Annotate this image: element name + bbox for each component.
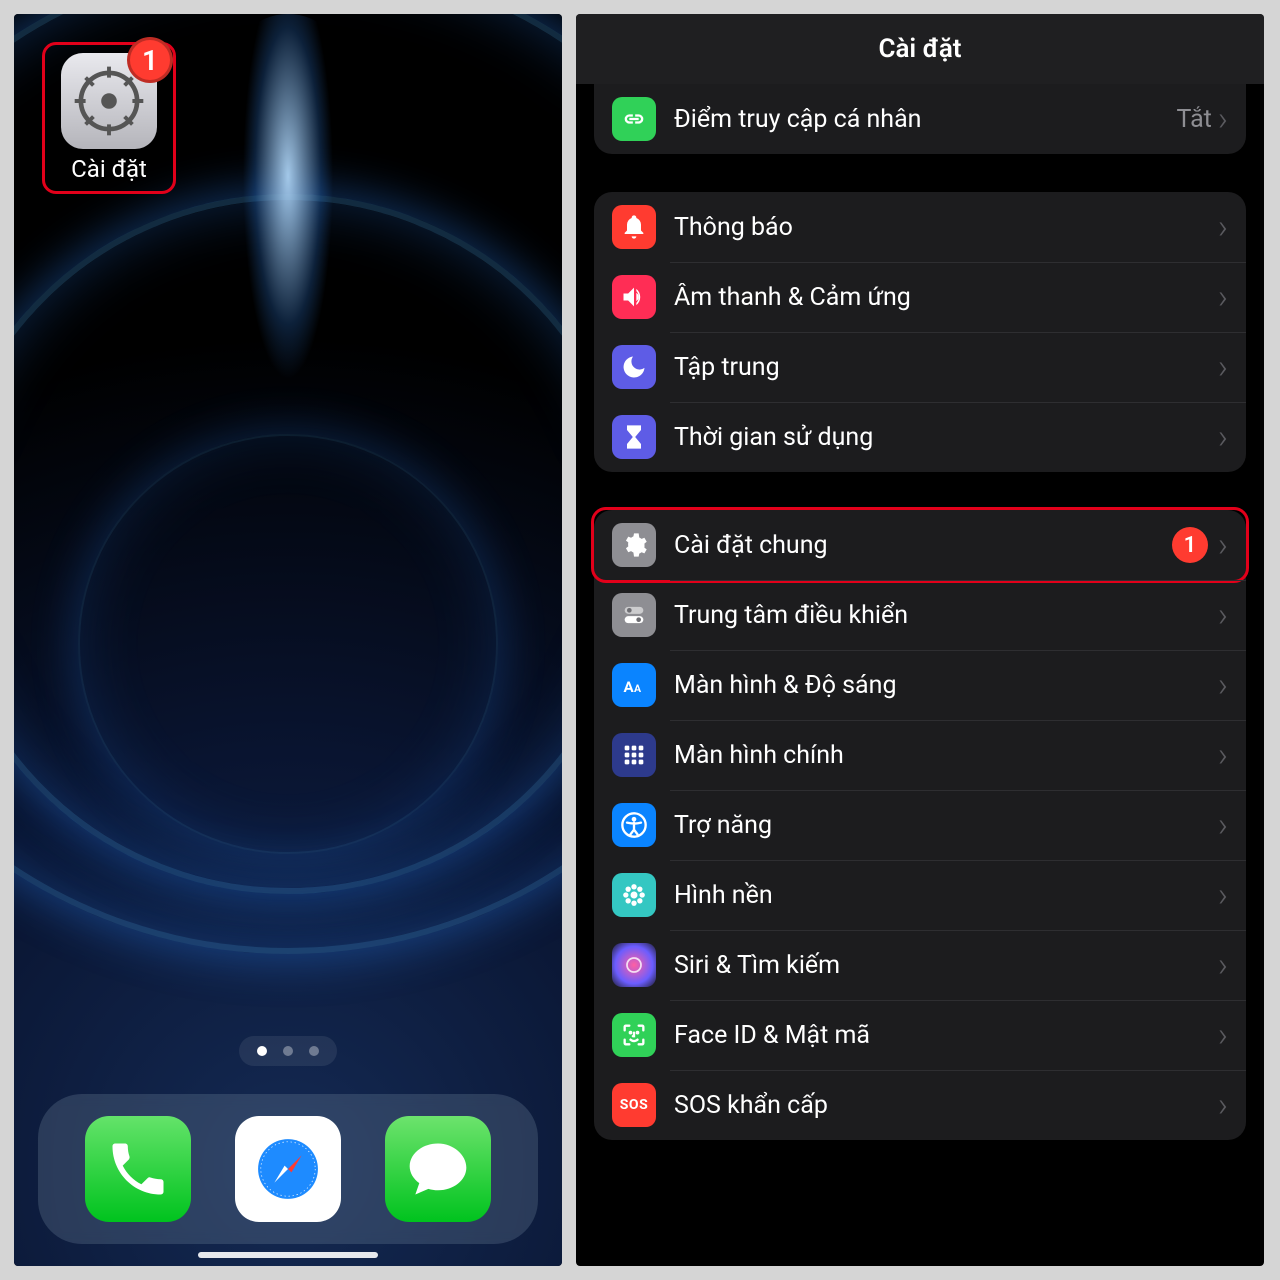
faceid-icon — [612, 1013, 656, 1057]
row-label: Điểm truy cập cá nhân — [674, 105, 1177, 134]
safari-app[interactable] — [235, 1116, 341, 1222]
row-label: Hình nền — [674, 881, 1218, 910]
text-size-icon: AA — [612, 663, 656, 707]
settings-group-system: Cài đặt chung 1 › Trung tâm điều khiển ›… — [594, 510, 1246, 1140]
settings-app-badge: 1 — [127, 37, 173, 83]
speaker-icon — [612, 275, 656, 319]
hourglass-icon — [612, 415, 656, 459]
chevron-right-icon: › — [1218, 280, 1228, 314]
row-sos[interactable]: SOS SOS khẩn cấp › — [594, 1070, 1246, 1140]
page-indicator[interactable] — [239, 1036, 337, 1066]
settings-app-label: Cài đặt — [51, 155, 167, 183]
moon-icon — [612, 345, 656, 389]
row-label: Màn hình & Độ sáng — [674, 671, 1218, 700]
settings-scroll[interactable]: Điểm truy cập cá nhân Tắt › Thông báo › … — [576, 84, 1264, 1266]
wallpaper — [14, 14, 562, 1266]
siri-icon — [612, 943, 656, 987]
sos-icon: SOS — [612, 1083, 656, 1127]
chevron-right-icon: › — [1218, 210, 1228, 244]
row-display[interactable]: AA Màn hình & Độ sáng › — [594, 650, 1246, 720]
settings-header: Cài đặt — [576, 14, 1264, 84]
row-label: Thời gian sử dụng — [674, 423, 1218, 452]
home-indicator[interactable] — [198, 1252, 378, 1258]
phone-icon — [104, 1135, 172, 1203]
chevron-right-icon: › — [1218, 738, 1228, 772]
chevron-right-icon: › — [1218, 1088, 1228, 1122]
chevron-right-icon: › — [1218, 420, 1228, 454]
compass-icon — [254, 1135, 322, 1203]
row-label: Trợ năng — [674, 811, 1218, 840]
toggles-icon — [612, 593, 656, 637]
chevron-right-icon: › — [1218, 1018, 1228, 1052]
row-label: Âm thanh & Cảm ứng — [674, 283, 1218, 312]
chevron-right-icon: › — [1218, 808, 1228, 842]
chevron-right-icon: › — [1218, 102, 1228, 136]
chevron-right-icon: › — [1218, 528, 1228, 562]
settings-app[interactable]: 1 — [61, 53, 157, 149]
row-siri[interactable]: Siri & Tìm kiếm › — [594, 930, 1246, 1000]
row-focus[interactable]: Tập trung › — [594, 332, 1246, 402]
grid-icon — [612, 733, 656, 777]
phone-app[interactable] — [85, 1116, 191, 1222]
dock — [38, 1094, 538, 1244]
message-bubble-icon — [404, 1135, 472, 1203]
row-label: Thông báo — [674, 213, 1218, 242]
chevron-right-icon: › — [1218, 878, 1228, 912]
gear-icon — [612, 523, 656, 567]
row-label: Tập trung — [674, 353, 1218, 382]
svg-text:A: A — [624, 678, 635, 696]
row-notifications[interactable]: Thông báo › — [594, 192, 1246, 262]
chevron-right-icon: › — [1218, 350, 1228, 384]
row-personal-hotspot[interactable]: Điểm truy cập cá nhân Tắt › — [594, 84, 1246, 154]
row-label: Màn hình chính — [674, 741, 1218, 770]
row-general[interactable]: Cài đặt chung 1 › — [594, 510, 1246, 580]
row-label: Cài đặt chung — [674, 531, 1172, 560]
chevron-right-icon: › — [1218, 598, 1228, 632]
accessibility-icon — [612, 803, 656, 847]
settings-group-network: Điểm truy cập cá nhân Tắt › — [594, 84, 1246, 154]
settings-pane: Cài đặt Điểm truy cập cá nhân Tắt › Thô — [576, 14, 1264, 1266]
row-control-center[interactable]: Trung tâm điều khiển › — [594, 580, 1246, 650]
row-label: Face ID & Mật mã — [674, 1021, 1218, 1050]
row-label: SOS khẩn cấp — [674, 1091, 1218, 1120]
row-badge: 1 — [1172, 527, 1208, 563]
homescreen-pane: 1 Cài đặt — [14, 14, 562, 1266]
row-wallpaper[interactable]: Hình nền › — [594, 860, 1246, 930]
flower-icon — [612, 873, 656, 917]
settings-title: Cài đặt — [878, 34, 961, 64]
settings-group-alerts: Thông báo › Âm thanh & Cảm ứng › Tập tru… — [594, 192, 1246, 472]
row-label: Trung tâm điều khiển — [674, 601, 1218, 630]
row-value: Tắt — [1177, 105, 1212, 134]
row-label: Siri & Tìm kiếm — [674, 951, 1218, 980]
chevron-right-icon: › — [1218, 948, 1228, 982]
row-accessibility[interactable]: Trợ năng › — [594, 790, 1246, 860]
row-home-screen[interactable]: Màn hình chính › — [594, 720, 1246, 790]
messages-app[interactable] — [385, 1116, 491, 1222]
bell-icon — [612, 205, 656, 249]
row-faceid[interactable]: Face ID & Mật mã › — [594, 1000, 1246, 1070]
chevron-right-icon: › — [1218, 668, 1228, 702]
svg-text:A: A — [634, 682, 642, 695]
row-screentime[interactable]: Thời gian sử dụng › — [594, 402, 1246, 472]
link-icon — [612, 97, 656, 141]
settings-app-highlight: 1 Cài đặt — [42, 42, 176, 194]
row-sounds[interactable]: Âm thanh & Cảm ứng › — [594, 262, 1246, 332]
